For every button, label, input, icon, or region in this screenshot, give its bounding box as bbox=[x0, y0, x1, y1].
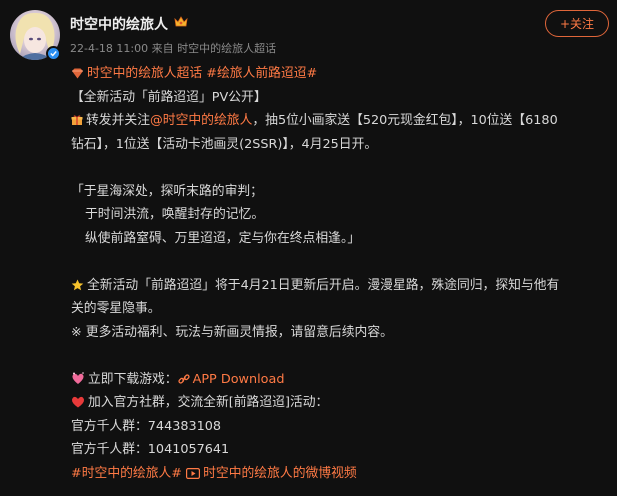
notice-line: ※ 更多活动福利、玩法与新画灵情报，请留意后续内容。 bbox=[71, 324, 393, 340]
video-icon bbox=[186, 464, 201, 488]
red-heart-icon bbox=[71, 393, 85, 417]
weibo-post-card: 时空中的绘旅人 22-4-18 11:00 来自 时空中的绘旅人超话 +关注 时… bbox=[0, 0, 617, 496]
star-icon bbox=[71, 276, 84, 300]
username[interactable]: 时空中的绘旅人 bbox=[70, 14, 168, 34]
group-number-2: 官方千人群：1041057641 bbox=[71, 442, 230, 457]
community-text: 加入官方社群，交流全新[前路迢迢]活动： bbox=[88, 395, 329, 410]
app-download-link[interactable]: APP Download bbox=[193, 372, 285, 387]
hashtag-link[interactable]: #时空中的绘旅人# bbox=[71, 466, 182, 481]
follow-button[interactable]: +关注 bbox=[545, 10, 609, 37]
summary-line-1: 全新活动「前路迢迢」将于4月21日更新后开启。漫漫星路，殊途同归，探知与他有 bbox=[71, 274, 607, 298]
giveaway-text-a: 转发并关注 bbox=[86, 113, 150, 128]
gift-icon bbox=[71, 111, 83, 135]
group-number-1: 官方千人群：744383108 bbox=[71, 418, 222, 434]
post-content: 时空中的绘旅人超话 #绘旅人前路迢迢# 【全新活动「前路迢迢」PV公开】 转发并… bbox=[71, 62, 607, 485]
link-chain-icon bbox=[177, 370, 190, 394]
footer-line: #时空中的绘旅人# 时空中的绘旅人的微博视频 bbox=[71, 462, 607, 486]
weibo-video-link[interactable]: 时空中的绘旅人的微博视频 bbox=[203, 466, 357, 481]
download-text: 立即下载游戏： bbox=[88, 371, 178, 387]
summary-text: 全新活动「前路迢迢」将于4月21日更新后开启。漫漫星路，殊途同归，探知与他有 bbox=[87, 277, 560, 293]
quote-line-1: 「于星海深处，探听末路的审判； bbox=[71, 183, 263, 199]
crown-icon bbox=[174, 15, 188, 32]
supertopic-link[interactable]: 时空中的绘旅人超话 #绘旅人前路迢迢# bbox=[87, 66, 317, 81]
community-line: 加入官方社群，交流全新[前路迢迢]活动： bbox=[71, 391, 607, 415]
giveaway-line-2: 钻石】，1位送【活动卡池画灵(2SSR)】，4月25日开。 bbox=[71, 136, 378, 152]
post-meta: 22-4-18 11:00 来自 时空中的绘旅人超话 bbox=[70, 42, 277, 55]
giveaway-text-b: ，抽5位小画家送【520元现金红包】，10位送【6180 bbox=[252, 113, 558, 128]
giveaway-line: 转发并关注@时空中的绘旅人，抽5位小画家送【520元现金红包】，10位送【618… bbox=[71, 109, 607, 133]
quote-line-2: 于时间洪流，唤醒封存的记忆。 bbox=[85, 207, 265, 222]
heart-sparkle-icon bbox=[71, 370, 85, 394]
download-line: 立即下载游戏： APP Download bbox=[71, 368, 607, 392]
topic-line: 时空中的绘旅人超话 #绘旅人前路迢迢# bbox=[71, 62, 607, 86]
supertopic-gem-icon bbox=[71, 64, 84, 88]
verified-badge-icon bbox=[46, 46, 61, 61]
summary-line-2: 关的零星隐事。 bbox=[71, 301, 161, 316]
mention-link[interactable]: @时空中的绘旅人 bbox=[150, 113, 252, 128]
headline: 【全新活动「前路迢迢」PV公开】 bbox=[71, 89, 267, 105]
quote-line-3: 纵使前路窒碍、万里迢迢，定与你在终点相逢。」 bbox=[85, 230, 361, 246]
